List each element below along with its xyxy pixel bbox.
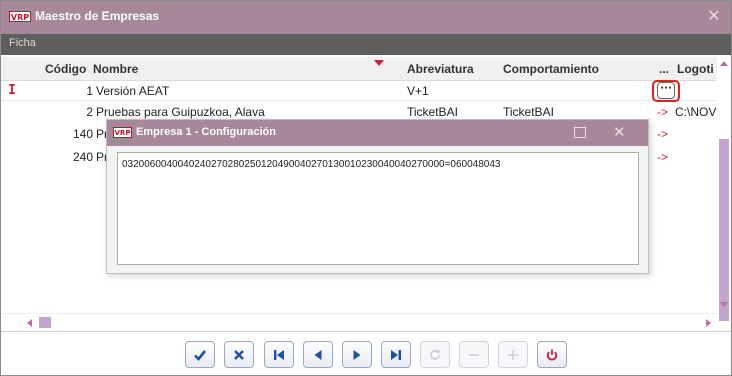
main-window: VRP Maestro de Empresas ✕ Ficha Código N… xyxy=(0,0,732,376)
cell-code[interactable]: 2 xyxy=(15,105,93,119)
insert-button[interactable] xyxy=(498,341,528,368)
minus-icon xyxy=(469,353,479,356)
vertical-scroll-thumb[interactable] xyxy=(719,139,729,321)
power-icon xyxy=(546,349,558,360)
window-title: Maestro de Empresas xyxy=(35,9,160,23)
next-record-icon xyxy=(353,349,361,360)
logo-arrow-icon: -> xyxy=(657,150,669,164)
dialog-titlebar[interactable]: VRP Empresa 1 - Configuración ✕ xyxy=(107,120,648,146)
column-header-abreviatura[interactable]: Abreviatura xyxy=(407,62,474,76)
vertical-scrollbar[interactable] xyxy=(717,55,731,321)
config-dialog: VRP Empresa 1 - Configuración ✕ 03200600… xyxy=(106,119,649,274)
ellipsis-highlight-box xyxy=(652,80,680,102)
scroll-left-icon[interactable] xyxy=(27,319,32,327)
cell-logo[interactable]: C:\NOV xyxy=(675,105,716,119)
horizontal-scrollbar[interactable] xyxy=(1,313,717,330)
close-icon[interactable]: ✕ xyxy=(705,7,723,25)
table-row[interactable]: I 1 Versión AEAT V+1 ··· xyxy=(1,81,717,101)
tab-bar: Ficha xyxy=(1,34,731,55)
memo-content: 0320060040040240270280250120490040270130… xyxy=(122,159,501,170)
config-memo-field[interactable]: 0320060040040240270280250120490040270130… xyxy=(117,152,639,265)
last-button[interactable] xyxy=(381,341,411,368)
check-icon xyxy=(194,349,207,361)
cell-abbreviation[interactable]: V+1 xyxy=(407,84,429,98)
prior-record-icon xyxy=(314,349,322,360)
cell-code[interactable]: 240 xyxy=(15,150,93,164)
sort-desc-icon xyxy=(374,60,384,66)
logo-arrow-icon: -> xyxy=(657,127,669,141)
cell-name[interactable]: Pruebas para Guipuzkoa, Alava xyxy=(96,105,265,119)
scroll-right-icon[interactable] xyxy=(706,319,711,327)
cell-name[interactable]: Versión AEAT xyxy=(96,84,169,98)
cell-code[interactable]: 1 xyxy=(15,84,93,98)
dialog-title: Empresa 1 - Configuración xyxy=(136,126,276,138)
cell-code[interactable]: 140 xyxy=(15,127,93,141)
column-header-nombre[interactable]: Nombre xyxy=(93,62,138,76)
logo-arrow-icon: -> xyxy=(657,105,669,119)
column-header-ellipsis[interactable]: ... xyxy=(659,62,669,76)
app-logo: VRP xyxy=(9,11,31,22)
x-icon xyxy=(234,349,244,360)
cell-behavior[interactable]: TicketBAI xyxy=(503,105,554,119)
next-button[interactable] xyxy=(342,341,372,368)
grid-header: Código Nombre Abreviatura Comportamiento… xyxy=(1,57,717,81)
first-button[interactable] xyxy=(264,341,294,368)
dialog-close-icon[interactable]: ✕ xyxy=(613,123,626,141)
post-button[interactable] xyxy=(185,341,215,368)
refresh-icon xyxy=(430,348,441,360)
cancel-button[interactable] xyxy=(224,341,254,368)
horizontal-scroll-thumb[interactable] xyxy=(39,317,51,328)
delete-button[interactable] xyxy=(459,341,489,368)
prior-button[interactable] xyxy=(303,341,333,368)
window-titlebar[interactable]: VRP Maestro de Empresas ✕ xyxy=(1,1,731,34)
maximize-icon[interactable] xyxy=(574,127,586,138)
scroll-up-icon[interactable] xyxy=(720,61,728,66)
tab-ficha[interactable]: Ficha xyxy=(9,37,36,49)
column-header-codigo[interactable]: Código xyxy=(45,62,86,76)
column-header-comportamiento[interactable]: Comportamiento xyxy=(503,62,599,76)
first-record-icon xyxy=(274,349,284,360)
cell-abbreviation[interactable]: TicketBAI xyxy=(407,105,458,119)
column-header-logotipo[interactable]: Logoti xyxy=(677,62,714,76)
refresh-button[interactable] xyxy=(420,341,450,368)
dialog-app-logo: VRP xyxy=(113,127,132,138)
exit-button[interactable] xyxy=(537,341,567,368)
navigator-toolbar xyxy=(1,331,731,375)
plus-icon xyxy=(508,349,518,360)
last-record-icon xyxy=(391,349,401,360)
scroll-down-icon[interactable] xyxy=(720,302,728,307)
